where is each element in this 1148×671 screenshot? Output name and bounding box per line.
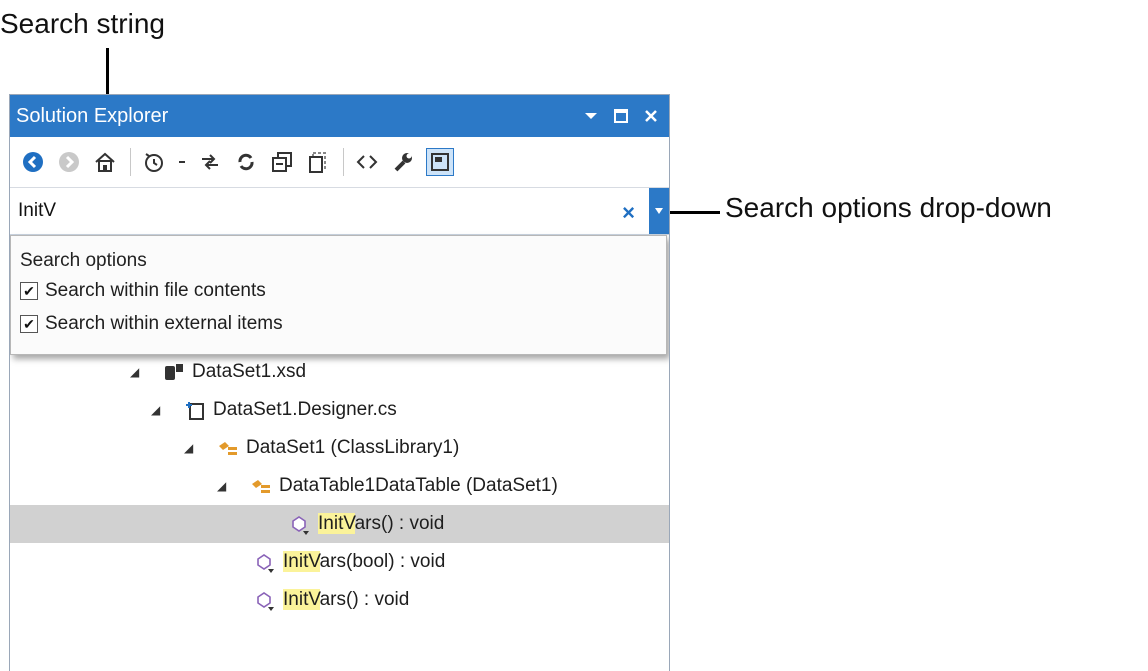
solution-tree: ◢ DataSet1.xsd ◢ DataSet1.Designer.cs ◢ … xyxy=(10,353,669,619)
tree-node-label: DataTable1DataTable (DataSet1) xyxy=(279,475,558,496)
class-icon xyxy=(216,436,240,460)
method-icon xyxy=(253,550,277,574)
refresh-icon[interactable] xyxy=(233,149,259,175)
option-search-external-items[interactable]: ✔ Search within external items xyxy=(11,307,666,340)
toolbar xyxy=(10,137,669,188)
cs-file-icon xyxy=(183,398,207,422)
xsd-file-icon xyxy=(162,360,186,384)
tree-node-initvars-selected[interactable]: InitVars() : void xyxy=(10,505,669,543)
expanded-arrow-icon[interactable]: ◢ xyxy=(184,441,196,455)
search-bar: × xyxy=(10,188,669,235)
checkbox-checked[interactable]: ✔ xyxy=(20,314,38,333)
class-icon xyxy=(249,474,273,498)
option-label: Search within external items xyxy=(45,312,283,334)
collapse-all-icon[interactable] xyxy=(269,149,295,175)
tree-node-initvars[interactable]: InitVars() : void xyxy=(10,581,669,619)
search-match-highlight: InitV xyxy=(283,551,320,572)
window-dropdown-icon[interactable] xyxy=(579,104,603,128)
tree-node-label: DataSet1 (ClassLibrary1) xyxy=(246,437,460,458)
search-options-popup: Search options ✔ Search within file cont… xyxy=(10,235,667,355)
preview-selected-items-icon[interactable] xyxy=(426,148,454,176)
home-icon[interactable] xyxy=(92,149,118,175)
search-match-highlight: InitV xyxy=(283,589,320,610)
tree-node-datatable[interactable]: ◢ DataTable1DataTable (DataSet1) xyxy=(10,467,669,505)
search-match-highlight: InitV xyxy=(318,513,355,534)
solution-explorer-window: Solution Explorer InitV × Search options… xyxy=(9,94,670,671)
clear-search-icon[interactable]: × xyxy=(622,200,635,226)
close-icon[interactable] xyxy=(639,104,663,128)
toolbar-separator xyxy=(130,148,131,176)
tree-node-initvars-bool[interactable]: InitVars(bool) : void xyxy=(10,543,669,581)
view-code-icon[interactable] xyxy=(354,149,380,175)
forward-icon[interactable] xyxy=(56,149,82,175)
search-options-callout: Search options drop-down xyxy=(725,192,1052,223)
checkbox-checked[interactable]: ✔ xyxy=(20,281,38,300)
expanded-arrow-icon[interactable]: ◢ xyxy=(130,365,142,379)
filter-dropdown-icon[interactable] xyxy=(177,149,187,175)
search-string-callout: Search string xyxy=(0,8,165,39)
tree-node-label: DataSet1.xsd xyxy=(192,361,307,382)
tree-node-dataset1[interactable]: ◢ DataSet1 (ClassLibrary1) xyxy=(10,429,669,467)
back-icon[interactable] xyxy=(20,149,46,175)
tree-node-label: InitVars() : void xyxy=(318,513,445,534)
search-input[interactable] xyxy=(10,199,120,223)
search-options-header: Search options xyxy=(20,250,147,271)
tree-node-label: InitVars(bool) : void xyxy=(283,551,446,572)
toolbar-separator xyxy=(343,148,344,176)
method-icon xyxy=(253,588,277,612)
search-options-dropdown-button[interactable] xyxy=(649,188,669,234)
window-title: Solution Explorer xyxy=(16,104,169,127)
tree-node-designer[interactable]: ◢ DataSet1.Designer.cs xyxy=(10,391,669,429)
title-bar: Solution Explorer xyxy=(10,95,669,137)
tree-node-label: DataSet1.Designer.cs xyxy=(213,399,397,420)
tree-node-label: InitVars() : void xyxy=(283,589,410,610)
option-label: Search within file contents xyxy=(45,279,266,301)
expanded-arrow-icon[interactable]: ◢ xyxy=(151,403,163,417)
sync-with-document-icon[interactable] xyxy=(197,149,223,175)
option-search-file-contents[interactable]: ✔ Search within file contents xyxy=(11,274,666,307)
method-icon xyxy=(288,512,312,536)
maximize-icon[interactable] xyxy=(609,104,633,128)
pending-changes-filter-icon[interactable] xyxy=(141,149,167,175)
properties-wrench-icon[interactable] xyxy=(390,149,416,175)
search-options-leader xyxy=(670,211,720,214)
tree-node-xsd[interactable]: ◢ DataSet1.xsd xyxy=(10,353,669,391)
expanded-arrow-icon[interactable]: ◢ xyxy=(217,479,229,493)
show-all-files-icon[interactable] xyxy=(305,149,331,175)
